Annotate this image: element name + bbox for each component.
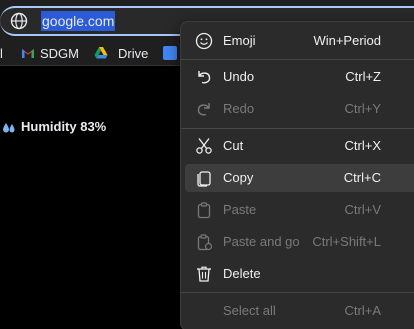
menu-item-select-all[interactable]: Select all Ctrl+A xyxy=(185,297,414,325)
menu-divider xyxy=(181,128,414,129)
menu-item-cut[interactable]: Cut Ctrl+X xyxy=(185,132,414,160)
menu-item-label: Copy xyxy=(223,170,254,185)
menu-item-shortcut: Ctrl+X xyxy=(344,138,381,153)
menu-item-label: Undo xyxy=(223,69,255,84)
menu-item-shortcut: Ctrl+C xyxy=(343,170,381,185)
menu-item-shortcut: Ctrl+Z xyxy=(345,69,381,84)
cut-icon xyxy=(196,138,212,154)
menu-item-delete[interactable]: Delete xyxy=(185,260,414,288)
bookmark-drive[interactable]: Drive xyxy=(118,45,148,63)
menu-item-label: Emoji xyxy=(223,33,256,48)
menu-item-copy[interactable]: Copy Ctrl+C xyxy=(185,164,414,192)
menu-divider xyxy=(181,59,414,60)
drive-icon xyxy=(94,47,108,59)
copy-icon xyxy=(197,171,211,187)
menu-item-paste[interactable]: Paste Ctrl+V xyxy=(185,196,414,224)
menu-item-shortcut: Ctrl+Shift+L xyxy=(312,234,381,249)
menu-item-shortcut: Win+Period xyxy=(313,33,381,48)
menu-item-label: Paste and go xyxy=(223,234,300,249)
redo-icon xyxy=(197,103,210,116)
bookmark-sdgm[interactable]: SDGM xyxy=(40,45,79,63)
menu-item-label: Paste xyxy=(223,202,257,217)
paste-and-go-icon xyxy=(197,234,213,251)
menu-item-shortcut: Ctrl+Y xyxy=(344,101,381,116)
menu-item-paste-and-go[interactable]: Paste and go Ctrl+Shift+L xyxy=(185,228,414,256)
paste-icon xyxy=(197,202,211,219)
gmail-icon xyxy=(22,49,34,58)
menu-item-undo[interactable]: Undo Ctrl+Z xyxy=(185,63,414,91)
emoji-icon xyxy=(195,32,213,50)
browser-window: google.com l SDGM Drive Humidity 83% Emo… xyxy=(0,0,414,329)
globe-icon[interactable] xyxy=(10,12,28,30)
context-menu: Emoji Win+Period Undo Ctrl+Z Redo Ctrl+Y xyxy=(180,21,414,329)
bookmark-partial[interactable]: l xyxy=(0,45,3,63)
menu-item-label: Redo xyxy=(223,101,255,116)
menu-divider xyxy=(181,292,414,293)
undo-icon xyxy=(198,71,211,84)
menu-item-shortcut: Ctrl+A xyxy=(344,303,381,318)
menu-item-emoji[interactable]: Emoji Win+Period xyxy=(185,27,414,55)
menu-item-label: Delete xyxy=(223,266,261,281)
menu-item-label: Cut xyxy=(223,138,244,153)
menu-item-shortcut: Ctrl+V xyxy=(344,202,381,217)
menu-item-label: Select all xyxy=(223,303,276,318)
calendar-icon[interactable] xyxy=(163,46,177,60)
delete-icon xyxy=(197,266,211,282)
url-text[interactable]: google.com xyxy=(41,11,116,31)
menu-item-redo[interactable]: Redo Ctrl+Y xyxy=(185,95,414,123)
humidity-drop-icon xyxy=(3,123,15,133)
humidity-text: Humidity 83% xyxy=(21,119,107,134)
